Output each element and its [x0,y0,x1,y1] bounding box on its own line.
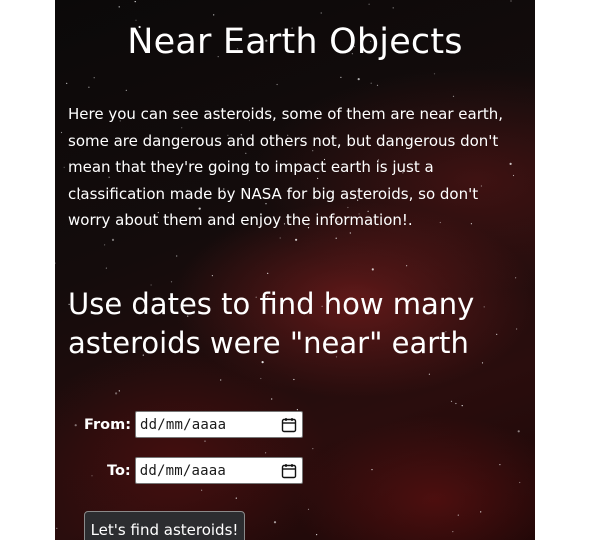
intro-paragraph: Here you can see asteroids, some of them… [68,105,504,229]
page-title: Near Earth Objects [127,22,463,62]
to-date-value: dd/mm/aaaa [139,462,227,479]
from-date-label: From: [84,416,131,433]
to-date-label: To: [107,462,131,479]
to-date-row: To: dd/mm/aaaa [107,457,303,484]
from-date-value: dd/mm/aaaa [140,416,227,433]
from-date-input[interactable]: dd/mm/aaaa [135,411,303,438]
main-panel: Near Earth Objects Here you can see aste… [55,0,535,540]
date-search-heading: Use dates to find how many asteroids wer… [68,287,475,360]
from-date-row: From: dd/mm/aaaa [84,411,303,438]
to-date-input[interactable]: dd/mm/aaaa [134,457,303,484]
calendar-icon[interactable] [281,463,297,479]
calendar-icon[interactable] [281,417,297,433]
find-asteroids-button[interactable]: Let's find asteroids! [84,511,245,540]
